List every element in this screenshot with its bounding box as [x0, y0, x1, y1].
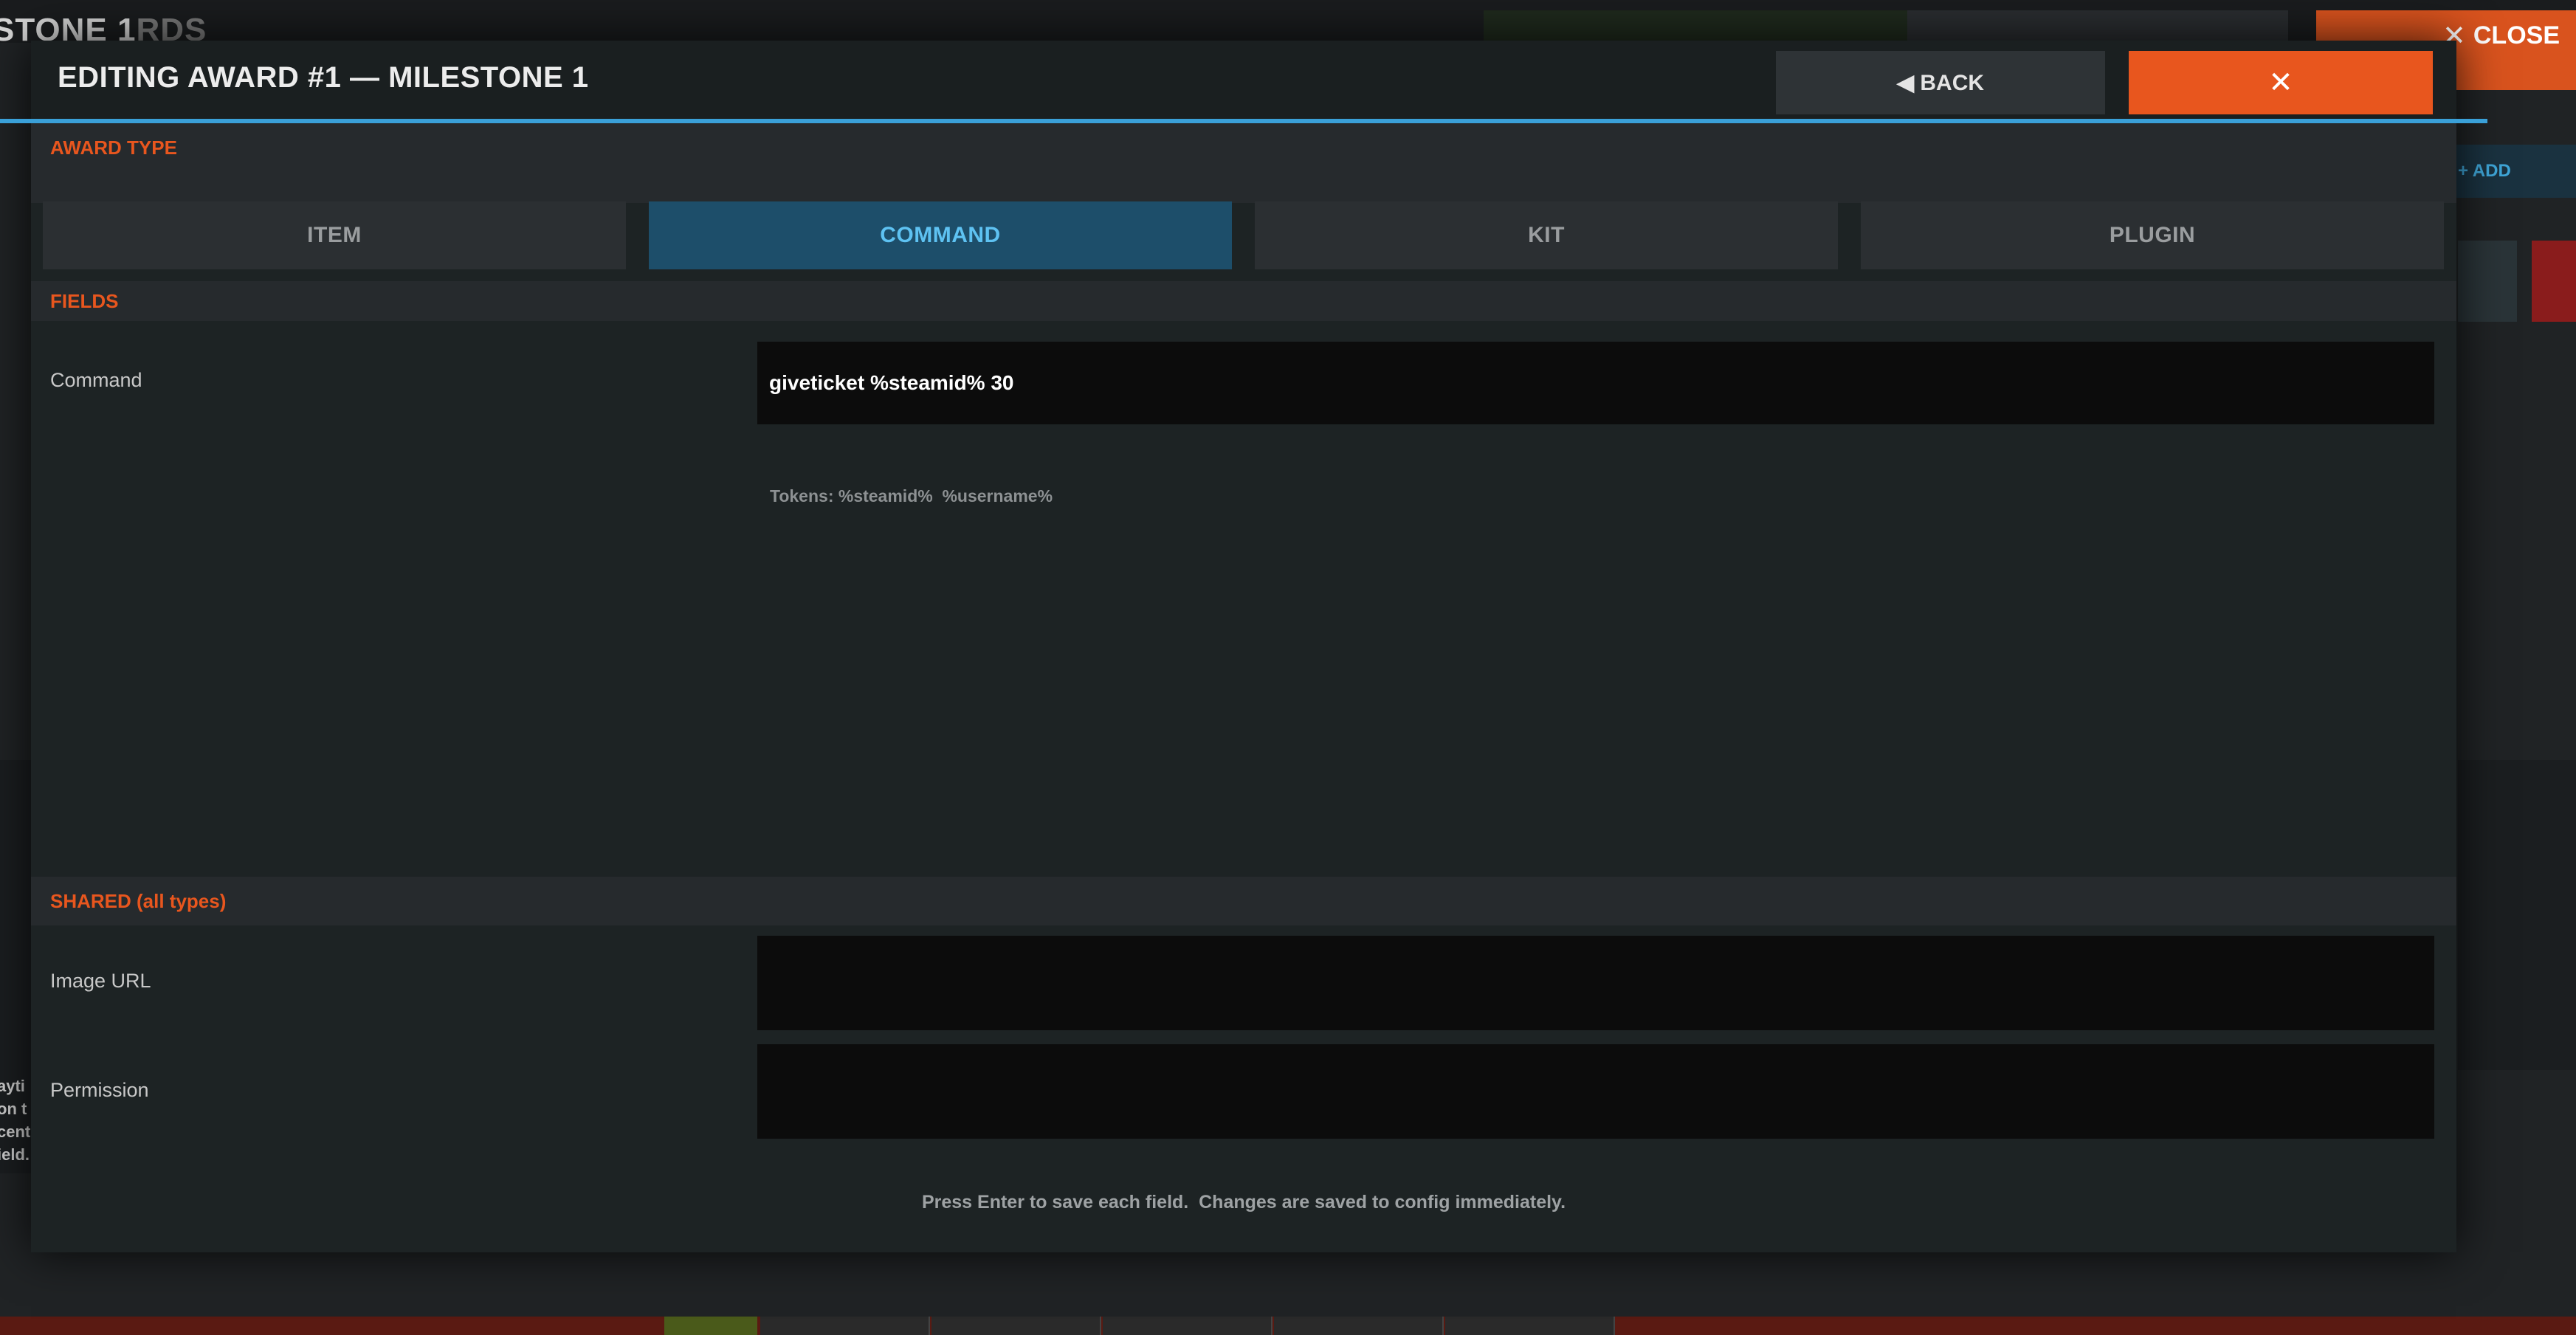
background-side-line: ield.: [0, 1145, 30, 1164]
shared-section: SHARED (all types): [31, 877, 2456, 925]
tab-label: PLUGIN: [2109, 223, 2196, 247]
background-card-red: [2532, 241, 2576, 322]
screen: STONE 1RDS ✕ CLOSE + ADD ayti on t cent …: [0, 0, 2576, 1335]
background-close-label: CLOSE: [2473, 21, 2560, 49]
hotbar-slot: [1274, 1317, 1444, 1335]
modal-title: EDITING AWARD #1 — MILESTONE 1: [58, 61, 589, 94]
background-strip: [1484, 10, 1907, 43]
hotbar-slot: [760, 1317, 930, 1335]
close-icon: ✕: [2268, 66, 2293, 99]
footer-note: Press Enter to save each field. Changes …: [921, 1192, 1566, 1212]
background-card: [2458, 241, 2517, 322]
background-side-line: cent: [0, 1122, 31, 1141]
tab-plugin[interactable]: PLUGIN: [1861, 201, 2444, 269]
tab-command[interactable]: COMMAND: [649, 201, 1232, 269]
hotbar-slot-selected: [664, 1317, 757, 1335]
background-add-button[interactable]: + ADD: [2443, 145, 2576, 198]
tab-label: KIT: [1528, 223, 1565, 247]
image-url-input[interactable]: [757, 936, 2434, 1030]
background-side-line: on t: [0, 1100, 27, 1118]
command-input[interactable]: giveticket %steamid% 30: [757, 342, 2434, 424]
award-type-section: AWARD TYPE: [31, 123, 2456, 203]
command-value: giveticket %steamid% 30: [769, 371, 1014, 394]
tab-kit[interactable]: KIT: [1255, 201, 1838, 269]
back-label: ◀ BACK: [1896, 70, 1985, 95]
background-side-text: ayti on t cent ield.: [0, 1074, 32, 1166]
award-type-heading: AWARD TYPE: [50, 137, 177, 159]
back-button[interactable]: ◀ BACK: [1776, 51, 2105, 114]
hotbar-slot: [931, 1317, 1101, 1335]
close-button[interactable]: ✕: [2129, 51, 2433, 114]
shared-heading: SHARED (all types): [50, 889, 227, 912]
permission-label: Permission: [50, 1079, 149, 1101]
background-add-label: + ADD: [2458, 161, 2511, 181]
tab-label: ITEM: [307, 223, 362, 247]
edit-award-modal: EDITING AWARD #1 — MILESTONE 1 ◀ BACK ✕ …: [0, 41, 2487, 1252]
image-url-label: Image URL: [50, 970, 151, 992]
fields-heading: FIELDS: [50, 289, 119, 312]
background-strip: [1907, 10, 2288, 43]
modal-header: EDITING AWARD #1 — MILESTONE 1 ◀ BACK ✕: [31, 41, 2456, 119]
hotbar-slot: [1445, 1317, 1615, 1335]
hotbar-slot: [1103, 1317, 1272, 1335]
tab-label: COMMAND: [880, 223, 1001, 247]
tokens-hint: Tokens: %steamid% %username%: [770, 486, 1053, 506]
background-side-line: ayti: [0, 1077, 25, 1095]
fields-section: FIELDS: [31, 281, 2456, 321]
tab-item[interactable]: ITEM: [43, 201, 626, 269]
permission-input[interactable]: [757, 1044, 2434, 1139]
command-label: Command: [50, 369, 142, 391]
background-panel: [2458, 760, 2576, 1070]
